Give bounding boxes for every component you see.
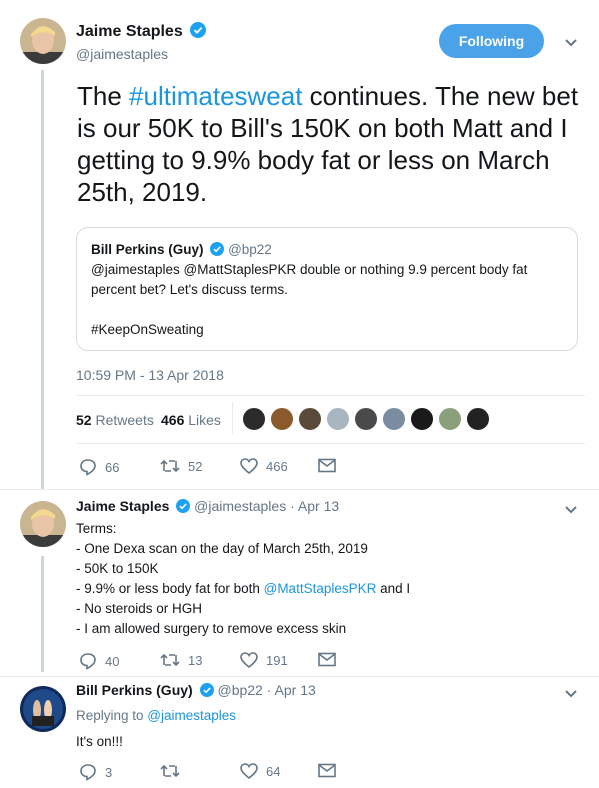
tweet-text: The #ultimatesweat continues. The new be… — [77, 81, 579, 207]
stats-divider — [232, 402, 233, 434]
verified-icon — [210, 242, 225, 256]
verified-icon — [190, 22, 207, 38]
liker-avatar[interactable] — [326, 407, 350, 431]
reply-author-handle[interactable]: @jaimestaples — [194, 498, 286, 514]
like-button[interactable]: 466 — [240, 458, 288, 474]
author-handle[interactable]: @jaimestaples — [76, 46, 168, 62]
retweet-icon — [160, 653, 180, 667]
chevron-down-icon[interactable] — [564, 689, 578, 699]
mention-link[interactable]: @jaimestaples — [147, 708, 236, 723]
heart-icon — [240, 652, 258, 668]
mention-link[interactable]: @MattStaplesPKR — [264, 581, 377, 596]
reply-button[interactable]: 40 — [79, 652, 119, 670]
reply-author-avatar[interactable] — [20, 686, 66, 732]
hashtag-link[interactable]: #ultimatesweat — [129, 81, 302, 111]
envelope-icon — [318, 458, 336, 473]
reply-date[interactable]: Apr 13 — [298, 498, 339, 514]
reply-text: It's on!!! — [76, 734, 123, 749]
replying-to: Replying to @jaimestaples — [76, 708, 237, 723]
verified-icon — [199, 683, 214, 697]
quote-text: @jaimestaples @MattStaplesPKR double or … — [91, 262, 528, 297]
quoted-tweet[interactable]: Bill Perkins (Guy) @bp22 @jaimestaples @… — [76, 227, 578, 351]
likes-count-stat[interactable]: 466 Likes — [161, 412, 221, 428]
reply-date[interactable]: Apr 13 — [275, 682, 316, 698]
thread-line — [41, 70, 44, 490]
thread-line — [41, 556, 44, 672]
reply-author-handle[interactable]: @bp22 — [217, 682, 262, 698]
reply-icon — [80, 764, 96, 781]
heart-icon — [240, 458, 258, 474]
divider — [77, 395, 585, 396]
liker-avatar[interactable] — [466, 407, 490, 431]
liker-avatar[interactable] — [354, 407, 378, 431]
envelope-icon — [318, 763, 336, 778]
reply-icon — [80, 653, 96, 670]
reply-author-name[interactable]: Jaime Staples — [76, 498, 169, 514]
following-button[interactable]: Following — [439, 24, 544, 58]
verified-icon — [176, 499, 191, 513]
message-button[interactable] — [318, 652, 344, 667]
liker-avatar[interactable] — [438, 407, 462, 431]
reply-text: Terms: - One Dexa scan on the day of Mar… — [76, 521, 411, 636]
tweet-timestamp[interactable]: 10:59 PM - 13 Apr 2018 — [76, 367, 224, 383]
divider — [0, 489, 599, 490]
envelope-icon — [318, 652, 336, 667]
quote-author-name: Bill Perkins (Guy) — [91, 242, 204, 257]
like-button[interactable]: 191 — [240, 652, 288, 668]
author-name[interactable]: Jaime Staples — [76, 22, 207, 41]
reply-author-name[interactable]: Bill Perkins (Guy) — [76, 682, 193, 698]
message-button[interactable] — [318, 458, 344, 473]
message-button[interactable] — [318, 763, 344, 778]
liker-avatar[interactable] — [242, 407, 266, 431]
reply-header: Jaime Staples @jaimestaples · Apr 13 — [76, 498, 340, 514]
liker-avatar[interactable] — [298, 407, 322, 431]
reply-button[interactable]: 3 — [79, 763, 112, 781]
retweet-button[interactable] — [160, 763, 188, 779]
divider — [77, 443, 585, 444]
liker-avatar[interactable] — [410, 407, 434, 431]
reply-button[interactable]: 66 — [79, 458, 119, 476]
heart-icon — [240, 763, 258, 779]
quote-hashtag: #KeepOnSweating — [91, 322, 204, 337]
chevron-down-icon[interactable] — [564, 38, 578, 48]
retweet-icon — [160, 764, 180, 778]
retweet-button[interactable]: 13 — [160, 652, 202, 668]
liker-avatar[interactable] — [270, 407, 294, 431]
quote-author-handle: @bp22 — [228, 242, 272, 257]
retweet-count-stat[interactable]: 52 Retweets — [76, 412, 154, 428]
retweet-icon — [160, 459, 180, 473]
retweet-button[interactable]: 52 — [160, 458, 202, 474]
reply-icon — [80, 459, 96, 476]
chevron-down-icon[interactable] — [564, 505, 578, 515]
reply-author-avatar[interactable] — [20, 501, 66, 547]
divider — [0, 676, 599, 677]
liker-avatar[interactable] — [382, 407, 406, 431]
author-avatar[interactable] — [20, 18, 66, 64]
reply-header: Bill Perkins (Guy) @bp22 · Apr 13 — [76, 682, 316, 698]
like-button[interactable]: 64 — [240, 763, 280, 779]
